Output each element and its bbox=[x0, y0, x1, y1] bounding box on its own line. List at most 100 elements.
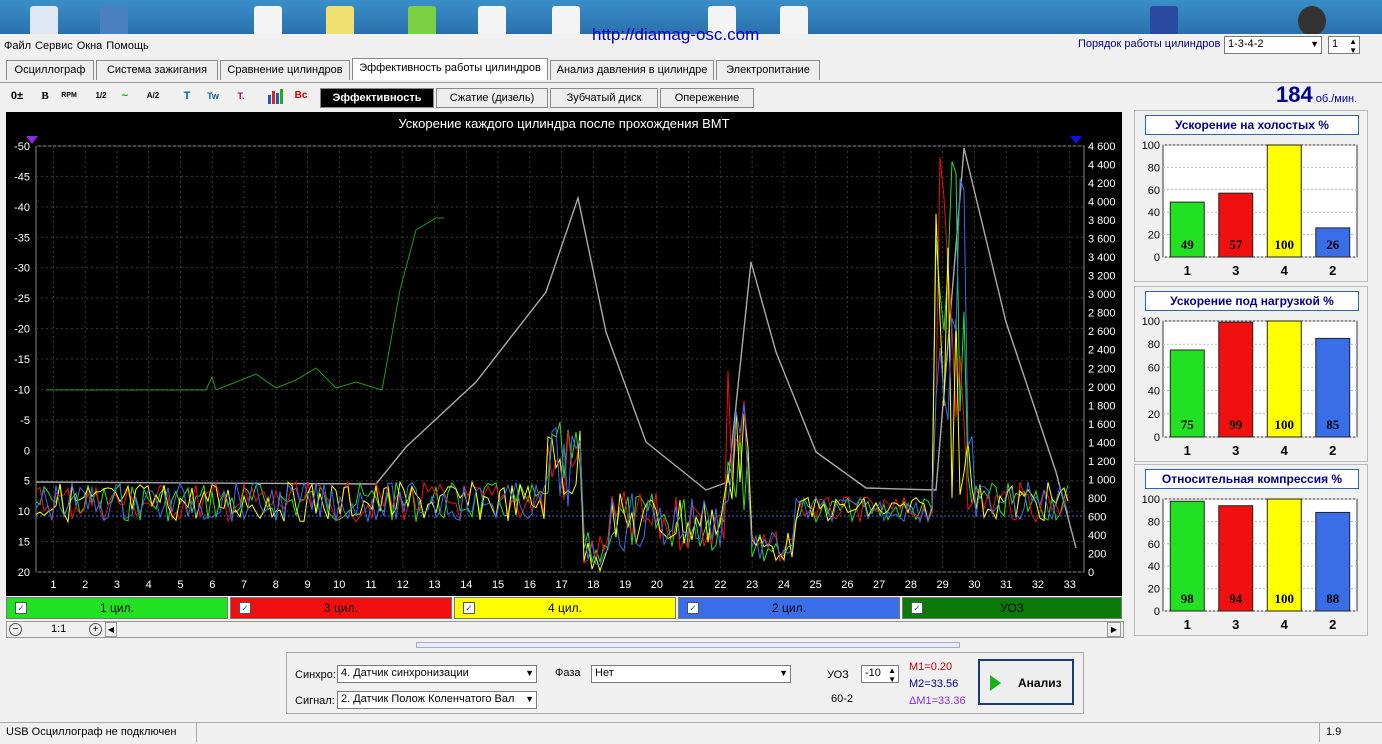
x-tick-label: 14 bbox=[460, 579, 472, 591]
subtab-efficiency[interactable]: Эффективность bbox=[320, 88, 434, 108]
signal-select[interactable]: 2. Датчик Полож Коленчатого Вал ▼ bbox=[337, 691, 537, 709]
tab-power-supply[interactable]: Электропитание bbox=[716, 60, 820, 80]
left-tick-label: -25 bbox=[14, 293, 30, 305]
left-tick-label: -20 bbox=[14, 324, 30, 336]
channel-cyl4[interactable]: ✓ 4 цил. bbox=[454, 597, 676, 619]
wave-icon[interactable]: ~ bbox=[116, 87, 134, 105]
right-axis: 4 600 4 400 4 200 4 000 3 800 3 600 3 400 3 200… bbox=[1088, 141, 1116, 579]
tab-ignition[interactable]: Система зажигания bbox=[96, 60, 218, 80]
bar-value-label: 88 bbox=[1326, 591, 1340, 606]
panel-splitter[interactable] bbox=[416, 642, 960, 648]
right-tick-label: 3 400 bbox=[1088, 252, 1116, 264]
uoz-label: УОЗ bbox=[827, 669, 849, 681]
bar-value-label: 100 bbox=[1275, 417, 1295, 432]
status-bar: USB Осциллограф не подключен 1.9 bbox=[0, 722, 1382, 742]
checkbox-checked-icon[interactable]: ✓ bbox=[463, 602, 475, 614]
y-tick-label: 40 bbox=[1148, 207, 1160, 219]
subtab-toothed-disk[interactable]: Зубчатый диск bbox=[550, 88, 658, 108]
y-tick-label: 20 bbox=[1148, 230, 1160, 242]
right-tick-label: 4 400 bbox=[1088, 160, 1116, 172]
right-tick-label: 3 800 bbox=[1088, 215, 1116, 227]
x-tick-label: 8 bbox=[273, 579, 279, 591]
channel-label: УОЗ bbox=[1000, 601, 1024, 615]
left-tick-label: 20 bbox=[18, 567, 30, 579]
menu-file[interactable]: Файл bbox=[4, 40, 31, 52]
tab-cylinder-efficiency[interactable]: Эффективность работы цилиндров bbox=[352, 58, 548, 80]
half-icon[interactable]: A/2 bbox=[144, 87, 162, 105]
chevron-down-icon: ▼ bbox=[525, 694, 534, 704]
oscilloscope-plot[interactable]: Ускорение каждого цилиндра после прохожд… bbox=[6, 112, 1122, 596]
desktop-icon bbox=[478, 6, 506, 34]
chart-load-acceleration: Ускорение под нагрузкой % 100 80 60 40 20 0 75… bbox=[1134, 286, 1368, 462]
channel-cyl2[interactable]: ✓ 2 цил. bbox=[678, 597, 900, 619]
rpm-icon[interactable]: RPM bbox=[60, 87, 78, 105]
tab-pressure-analysis[interactable]: Анализ давления в цилиндре bbox=[550, 60, 714, 80]
tab-cylinder-compare[interactable]: Сравнение цилиндров bbox=[220, 60, 350, 80]
subtab-compression-diesel[interactable]: Сжатие (дизель) bbox=[436, 88, 548, 108]
checkbox-checked-icon[interactable]: ✓ bbox=[687, 602, 699, 614]
bold-b-icon[interactable]: B bbox=[36, 87, 54, 105]
cylinder-trace bbox=[35, 157, 1069, 565]
checkbox-checked-icon[interactable]: ✓ bbox=[239, 602, 251, 614]
left-tick-label: -30 bbox=[14, 263, 30, 275]
sync-select[interactable]: 4. Датчик синхронизации ▼ bbox=[337, 665, 537, 683]
phase-label: Фаза bbox=[555, 667, 581, 679]
y-tick-label: 80 bbox=[1148, 162, 1160, 174]
marker-icon[interactable]: T. bbox=[232, 87, 250, 105]
channel-label: 3 цил. bbox=[324, 601, 358, 615]
bar-chart-icon[interactable] bbox=[266, 87, 284, 105]
right-tick-label: 2 800 bbox=[1088, 308, 1116, 320]
cylinder-number-stepper[interactable]: 1 ▲ ▼ bbox=[1328, 36, 1360, 54]
desktop-icon bbox=[1298, 6, 1326, 34]
sensor-icon[interactable]: T bbox=[178, 87, 196, 105]
fraction-icon[interactable]: 1/2 bbox=[92, 87, 110, 105]
menu-help[interactable]: Помощь bbox=[106, 40, 149, 52]
x-tick-label: 22 bbox=[714, 579, 726, 591]
x-tick-label: 27 bbox=[873, 579, 885, 591]
channel-cyl1[interactable]: ✓ 1 цил. bbox=[6, 597, 228, 619]
y-tick-label: 60 bbox=[1148, 539, 1160, 551]
channel-cyl3[interactable]: ✓ 3 цил. bbox=[230, 597, 452, 619]
category-label: 4 bbox=[1281, 617, 1289, 632]
signal-label: Сигнал: bbox=[295, 695, 335, 707]
y-tick-label: 0 bbox=[1154, 606, 1160, 618]
x-tick-label: 7 bbox=[241, 579, 247, 591]
phase-select[interactable]: Нет ▼ bbox=[591, 665, 791, 683]
bar-value-label: 26 bbox=[1326, 237, 1340, 252]
checkbox-checked-icon[interactable]: ✓ bbox=[15, 602, 27, 614]
bar-value-label: 49 bbox=[1181, 237, 1195, 252]
uoz-stepper[interactable]: -10 ▲ ▼ bbox=[861, 665, 899, 683]
marker-m2: M2=33.56 bbox=[909, 678, 959, 690]
right-tick-label: 2 400 bbox=[1088, 345, 1116, 357]
tab-oscilloscope[interactable]: Осциллограф bbox=[6, 60, 94, 80]
checkbox-checked-icon[interactable]: ✓ bbox=[911, 602, 923, 614]
compression-icon[interactable]: Bc bbox=[292, 87, 310, 105]
right-tick-label: 2 000 bbox=[1088, 382, 1116, 394]
zero-offset-icon[interactable]: 0± bbox=[8, 87, 26, 105]
channel-uoz[interactable]: ✓ УОЗ bbox=[902, 597, 1122, 619]
zoom-in-icon[interactable]: + bbox=[89, 623, 102, 636]
x-tick-label: 17 bbox=[555, 579, 567, 591]
menu-windows[interactable]: Окна bbox=[77, 40, 103, 52]
analyze-button[interactable]: Анализ bbox=[978, 659, 1074, 705]
right-marker-icon[interactable] bbox=[1070, 136, 1082, 144]
cylinder-order-select[interactable]: 1-3-4-2 ▼ bbox=[1224, 36, 1322, 54]
signal-value: 2. Датчик Полож Коленчатого Вал bbox=[341, 693, 515, 705]
scroll-right-icon[interactable]: ▶ bbox=[1107, 622, 1121, 637]
subtab-advance[interactable]: Опережение bbox=[660, 88, 754, 108]
main-tabs: Осциллограф Система зажигания Сравнение … bbox=[4, 58, 1380, 80]
scroll-left-icon[interactable]: ◀ bbox=[105, 622, 117, 637]
x-tick-label: 16 bbox=[524, 579, 536, 591]
right-tick-label: 1 000 bbox=[1088, 474, 1116, 486]
chart-title: Ускорение под нагрузкой % bbox=[1145, 291, 1359, 311]
x-tick-label: 1 bbox=[50, 579, 56, 591]
x-tick-label: 6 bbox=[209, 579, 215, 591]
left-tick-label: 15 bbox=[18, 537, 30, 549]
menu-service[interactable]: Сервис bbox=[35, 40, 73, 52]
channel-legend: ✓ 1 цил. ✓ 3 цил. ✓ 4 цил. ✓ 2 цил. ✓ УОЗ bbox=[6, 597, 1122, 619]
bar-value-label: 57 bbox=[1229, 237, 1243, 252]
zoom-out-icon[interactable]: − bbox=[9, 623, 22, 636]
bar-value-label: 98 bbox=[1181, 591, 1195, 606]
desktop-icon bbox=[30, 6, 58, 34]
timing-icon[interactable]: Tw bbox=[204, 87, 222, 105]
